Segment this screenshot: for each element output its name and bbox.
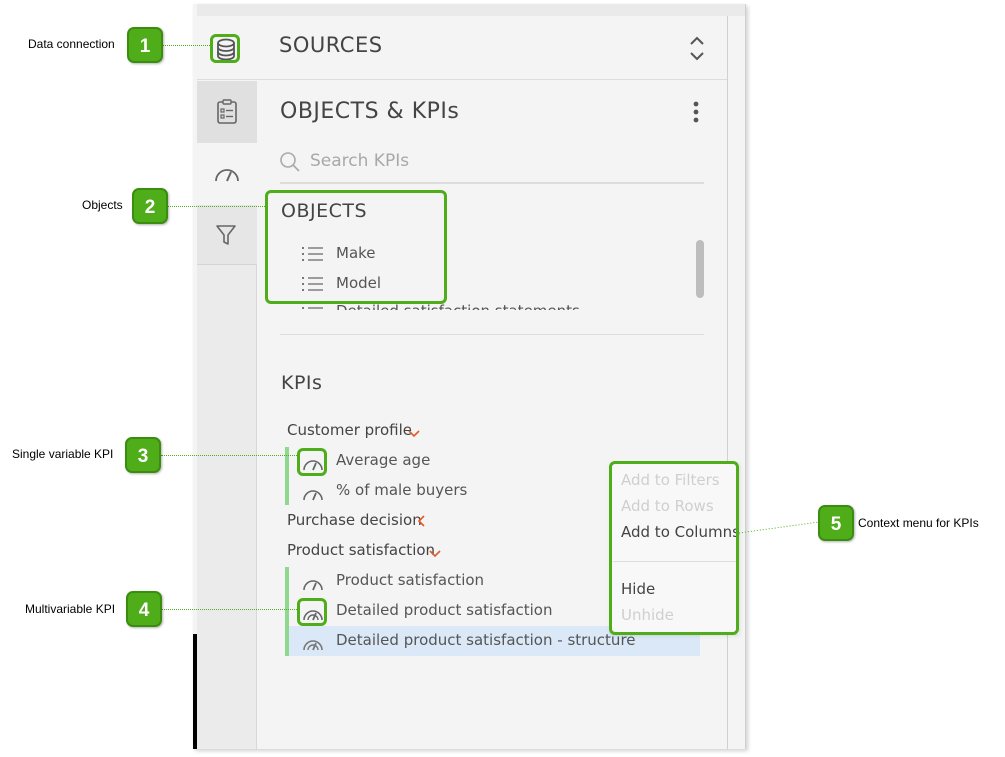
screenshot-canvas: SOURCES OBJECTS & KPIs Search KPIs OBJEC… <box>0 0 1005 757</box>
tab-kpis[interactable] <box>197 143 257 205</box>
search-underline <box>280 182 704 184</box>
callout-connector <box>162 609 297 610</box>
kpi-item[interactable]: Detailed product satisfaction <box>336 601 553 619</box>
kpi-item[interactable]: Product satisfaction <box>336 571 484 589</box>
chevron-down-icon[interactable] <box>407 425 421 444</box>
callout-connector <box>739 521 819 534</box>
callout-connector <box>161 455 297 456</box>
multi-gauge-icon <box>302 633 324 653</box>
sources-title: SOURCES <box>279 33 383 57</box>
kpi-group-purchase-decision[interactable]: Purchase decision <box>287 511 422 529</box>
chevron-left-icon[interactable] <box>416 513 428 532</box>
search-icon <box>279 151 301 173</box>
panel-top-bar <box>197 4 745 16</box>
callout-badge-2: 2 <box>132 188 168 224</box>
section-divider <box>280 334 704 335</box>
panel-scrollbar[interactable] <box>727 16 745 749</box>
kpi-item[interactable]: Detailed product satisfaction - structur… <box>336 631 636 649</box>
sources-header[interactable] <box>197 16 727 80</box>
callout-badge-3: 3 <box>125 437 161 473</box>
search-input[interactable]: Search KPIs <box>310 151 409 171</box>
filter-icon <box>216 225 236 245</box>
callout-label-5: Context menu for KPIs <box>858 516 979 530</box>
kpi-group-customer-profile[interactable]: Customer profile <box>287 421 412 439</box>
tab-filters[interactable] <box>197 205 257 265</box>
callout-badge-4: 4 <box>126 591 162 627</box>
callout-connector <box>168 206 265 207</box>
vertical-ellipsis-icon[interactable] <box>690 100 702 126</box>
gauge-icon <box>302 483 324 503</box>
list-icon <box>302 307 323 309</box>
kpis-heading: KPIs <box>281 372 323 394</box>
clipboard-list-icon <box>217 99 237 124</box>
callout-label-1: Data connection <box>28 37 115 51</box>
callout-highlight-3 <box>297 448 327 476</box>
callout-label-4: Multivariable KPI <box>25 602 116 616</box>
callout-highlight-4 <box>297 598 327 626</box>
kpi-item[interactable]: % of male buyers <box>336 481 467 499</box>
callout-label-3: Single variable KPI <box>12 447 114 461</box>
callout-highlight-1 <box>210 34 240 63</box>
objects-scrollbar-thumb[interactable] <box>696 240 704 298</box>
callout-label-2: Objects <box>82 198 123 212</box>
expand-collapse-icon[interactable] <box>686 34 708 64</box>
gauge-icon <box>302 573 324 593</box>
panel-title: OBJECTS & KPIs <box>280 99 460 124</box>
callout-badge-5: 5 <box>818 505 854 541</box>
kpi-group-product-satisfaction[interactable]: Product satisfaction <box>287 541 435 559</box>
chevron-down-icon[interactable] <box>428 545 442 564</box>
gauge-icon <box>215 169 239 182</box>
callout-highlight-2 <box>265 190 447 304</box>
tab-objects[interactable] <box>197 81 257 143</box>
callout-badge-1: 1 <box>127 27 163 63</box>
callout-highlight-5 <box>609 461 739 635</box>
callout-connector <box>163 45 210 46</box>
kpi-item[interactable]: Average age <box>336 451 430 469</box>
